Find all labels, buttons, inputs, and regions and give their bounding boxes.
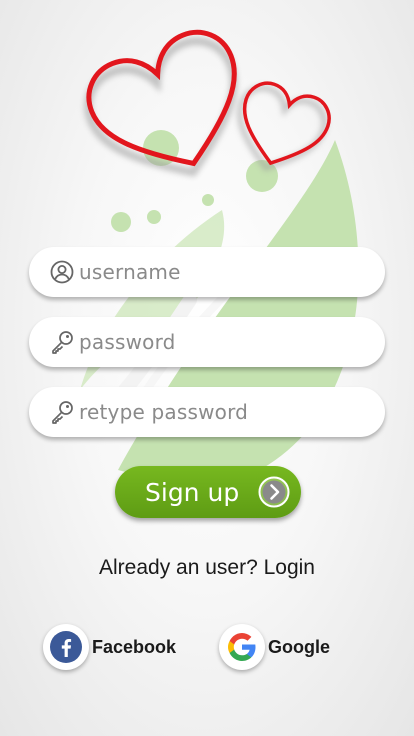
retype-password-field[interactable] — [29, 387, 385, 437]
signup-button[interactable]: Sign up — [115, 466, 301, 518]
username-input[interactable] — [79, 252, 385, 292]
google-login-button[interactable]: Google — [219, 624, 330, 670]
retype-password-input[interactable] — [79, 392, 385, 432]
password-field[interactable] — [29, 317, 385, 367]
key-icon — [49, 399, 75, 425]
decor-dot — [147, 210, 161, 224]
facebook-label: Facebook — [92, 636, 177, 657]
user-circle-icon — [49, 259, 75, 285]
facebook-login-button[interactable]: Facebook — [43, 624, 176, 670]
username-field[interactable] — [29, 247, 385, 297]
chevron-right-icon — [258, 476, 290, 508]
decor-dot — [111, 212, 131, 232]
signup-label: Sign up — [145, 477, 240, 507]
facebook-icon — [43, 624, 89, 670]
key-icon — [49, 329, 75, 355]
decor-dot — [202, 194, 214, 206]
password-input[interactable] — [79, 322, 385, 362]
login-link[interactable]: Already an user? Login — [0, 556, 414, 580]
heart-icon — [236, 81, 331, 172]
google-label: Google — [268, 636, 330, 657]
google-icon — [219, 624, 265, 670]
